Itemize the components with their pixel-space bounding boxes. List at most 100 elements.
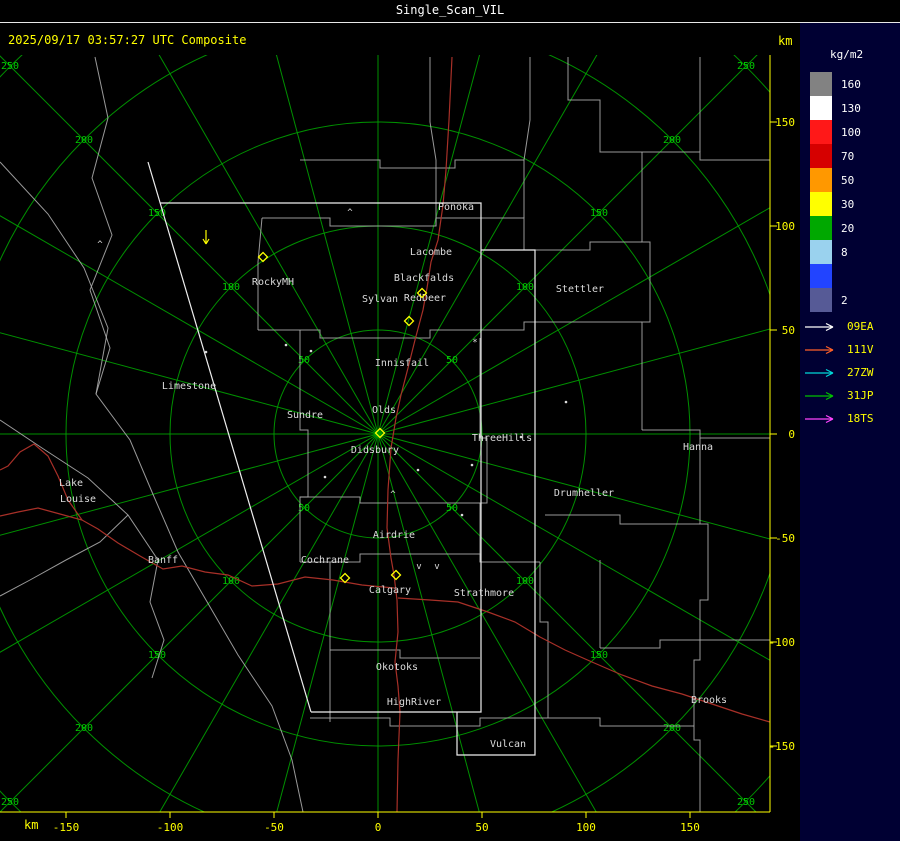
colorbar-row: 50 (810, 168, 861, 192)
range-ring-label: 200 (75, 135, 93, 146)
storm-track-arrow-icon (805, 368, 834, 377)
city-label: Sylvan (362, 294, 398, 305)
colorbar-value: 50 (841, 173, 855, 187)
city-label: Lacombe (410, 247, 452, 258)
county-boundary (0, 161, 109, 395)
city-label: Innisfail (375, 358, 429, 369)
county-boundary (300, 159, 524, 169)
city-label: Lake (59, 478, 83, 489)
storm-track-arrow-icon (805, 322, 834, 331)
range-ring-label: 250 (737, 797, 755, 808)
colorbar-value: 160 (841, 77, 861, 91)
range-ring-label: 50 (446, 503, 458, 514)
city-label: Sundre (287, 410, 323, 421)
storm-track-row: 31JP (804, 384, 874, 407)
county-boundary (693, 438, 709, 812)
colorbar-row: 160 (810, 72, 861, 96)
colorbar-row: 8 (810, 240, 861, 264)
window-title: Single_Scan_VIL (395, 3, 505, 17)
county-boundary (523, 57, 531, 218)
storm-track-arrow-icon (805, 414, 834, 423)
city-label: Okotoks (376, 662, 418, 673)
storm-track-legend: 09EA 111V 27ZW 31JP 18TS (804, 315, 874, 430)
colorbar-row: 30 (810, 192, 861, 216)
storm-track-row: 09EA (804, 315, 874, 338)
city-label: Calgary (369, 585, 411, 596)
colorbar-swatch (810, 216, 832, 240)
bottom-axis-label: 50 (475, 821, 488, 834)
range-grid: 5050505010010010010015015015015020020020… (0, 55, 770, 812)
map-layers: 5050505010010010010015015015015020020020… (0, 55, 770, 812)
city-label: ThreeHills (472, 433, 532, 444)
bottom-axis-label: -50 (264, 821, 284, 834)
colorbar-swatch (810, 240, 832, 264)
legend-units-label: kg/m2 (830, 48, 864, 61)
storm-track-row: 18TS (804, 407, 874, 430)
star-symbol: * (472, 338, 477, 348)
storm-track-arrow-icon (805, 345, 834, 354)
caret-symbol: ^ (97, 240, 103, 250)
colorbar-swatch (810, 192, 832, 216)
bottom-axis-label: 150 (680, 821, 700, 834)
colorbar-swatch (810, 288, 832, 312)
storm-motion-arrow (202, 230, 210, 245)
range-ring-label: 100 (222, 576, 240, 587)
right-axis-unit: km (778, 34, 793, 48)
radar-scan-outline (147, 161, 312, 713)
city-label: RockyMH (252, 277, 294, 288)
storm-track-row: 27ZW (804, 361, 874, 384)
settlement-dot (309, 349, 313, 353)
storm-track-id: 31JP (847, 389, 874, 402)
vil-colorbar: 160 130 100 70 50 30 20 8 2 (810, 72, 861, 312)
colorbar-swatch (810, 168, 832, 192)
city-label: HighRiver (387, 697, 441, 708)
vee-symbol: v (434, 562, 439, 572)
county-boundary (258, 321, 642, 339)
city-label: Didsbury (351, 445, 399, 456)
bottom-axis-label: 100 (576, 821, 596, 834)
right-axis-label: 100 (775, 220, 795, 233)
storm-track-id: 111V (847, 343, 874, 356)
city-label: Brooks (691, 695, 727, 706)
range-ring-label: 200 (663, 135, 681, 146)
range-ring-label: 250 (1, 61, 19, 72)
county-boundary (310, 717, 548, 727)
colorbar-value: 130 (841, 101, 861, 115)
bottom-axis-unit: km (24, 818, 39, 832)
bottom-axis-label: -100 (157, 821, 184, 834)
range-ring-label: 200 (663, 723, 681, 734)
range-ring-label: 200 (75, 723, 93, 734)
settlement-dot (470, 463, 474, 467)
radar-app-window: Single_Scan_VIL 2025/09/17 03:57:27 UTC … (0, 0, 900, 841)
city-label: Hanna (683, 442, 713, 453)
county-boundary (641, 152, 651, 430)
caret-symbol: ^ (390, 490, 396, 500)
right-axis-label: 0 (788, 428, 795, 441)
bottom-axis-label: -150 (53, 821, 80, 834)
colorbar-row: 130 (810, 96, 861, 120)
county-boundary (330, 649, 480, 659)
right-axis-label: -100 (769, 636, 796, 649)
colorbar-swatch (810, 72, 832, 96)
city-label: Strathmore (454, 588, 514, 599)
city-label: Drumheller (554, 488, 614, 499)
colorbar-value: 30 (841, 197, 855, 211)
radar-map-canvas[interactable]: 5050505010010010010015015015015020020020… (0, 0, 900, 841)
caret-symbol: ^ (347, 208, 353, 218)
storm-track-row: 111V (804, 338, 874, 361)
title-bar: Single_Scan_VIL (0, 0, 900, 23)
range-ring-label: 100 (516, 576, 534, 587)
county-boundary (0, 419, 165, 679)
range-ring-label: 150 (590, 650, 608, 661)
city-label: Banff (148, 555, 178, 566)
right-axis-label: 50 (782, 324, 795, 337)
colorbar-row: 2 (810, 288, 861, 312)
scan-timestamp: 2025/09/17 03:57:27 UTC Composite (8, 33, 247, 47)
range-ring-label: 100 (222, 282, 240, 293)
bottom-axis-label: 0 (375, 821, 382, 834)
city-label: Louise (60, 494, 96, 505)
county-boundary (0, 514, 129, 597)
county-boundary (262, 217, 525, 250)
colorbar-row: 20 (810, 216, 861, 240)
colorbar-swatch (810, 264, 832, 288)
